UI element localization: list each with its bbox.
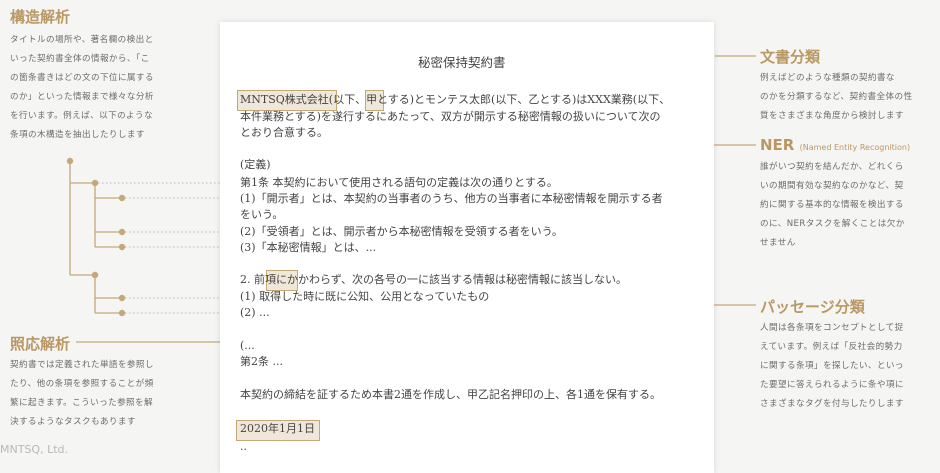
description-line: のかを分類するなど、契約書全体の性: [760, 92, 913, 102]
company-footer: MNTSQ, Ltd.: [0, 443, 68, 456]
description-line: 質をさまざまな角度から検討します: [760, 111, 904, 121]
structure-analysis-title: 構造解析: [10, 8, 71, 26]
description-line: たり、他の条項を参照することが頻: [10, 379, 154, 389]
document-line: とおり合意する。: [240, 126, 328, 139]
description-line: のに、NERタスクを解くことは欠か: [760, 219, 905, 229]
document-line: (1)「開示者」とは、本契約の当事者のうち、他方の当事者に本秘密情報を開示する者: [240, 192, 663, 205]
description-line: さまざまなタグを付与したりします: [760, 399, 904, 409]
description-line: 契約書では定義された単語を参照し: [10, 360, 154, 370]
ner-title: NER (Named Entity Recognition): [760, 136, 910, 154]
description-line: せません: [760, 238, 796, 248]
description-line: 決するようなタスクもあります: [10, 417, 136, 427]
document-line: (2) ...: [240, 306, 270, 319]
document-line: 第2条 ...: [240, 355, 283, 368]
description-line: に関する条項」を探したい、といっ: [760, 361, 904, 371]
document-line: (定義): [240, 158, 271, 171]
description-line: 人間は各条項をコンセプトとして捉: [760, 323, 904, 333]
ner-description: 誰がいつ契約を結んだか、どれくら いの期間有効な契約なのかなど、契 約に関する基…: [760, 158, 905, 253]
description-line: 誰がいつ契約を結んだか、どれくら: [760, 162, 904, 172]
document-line: MNTSQ株式会社(以下、甲とする)とモンテス太郎(以下、乙とする)はXXX業務…: [240, 93, 671, 106]
structure-analysis-description: タイトルの場所や、著名欄の検出と いった契約書全体の情報から、「こ の箇条書きは…: [10, 31, 154, 145]
contract-document: 秘密保持契約書 MNTSQ株式会社(以下、甲とする)とモンテス太郎(以下、乙とす…: [220, 22, 714, 473]
document-line: (1) 取得した時に既に公知、公用となっていたもの: [240, 290, 490, 303]
description-line: えています。例えば「反社会的勢力: [760, 342, 903, 352]
document-title: 秘密保持契約書: [418, 55, 506, 70]
description-line: 条項の木構造を抽出したりします: [10, 130, 145, 140]
description-line: 繁に起きます。こういった参照を解: [10, 398, 154, 408]
document-line: (2)「受領者」とは、開示者から本秘密情報を受領する者をいう。: [240, 225, 563, 238]
document-line: (3)「本秘密情報」とは、...: [240, 241, 377, 254]
ner-subtitle: (Named Entity Recognition): [799, 143, 911, 152]
document-classification-description: 例えばどのような種類の契約書な のかを分類するなど、契約書全体の性 質をさまざま…: [760, 69, 912, 126]
description-line: のか」といった情報まで様々な分析: [10, 92, 154, 102]
description-line: を行います。例えば、以下のような: [10, 111, 154, 121]
document-line: 第1条 本契約において使用される語句の定義は次の通りとする。: [240, 176, 558, 189]
description-line: タイトルの場所や、著名欄の検出と: [10, 35, 154, 45]
document-line: 本契約の締結を証するため本書2通を作成し、甲乙記名押印の上、各1通を保有する。: [240, 388, 661, 401]
ner-title-text: NER: [760, 136, 795, 154]
document-line: をいう。: [240, 208, 284, 221]
description-line: いった契約書全体の情報から、「こ: [10, 54, 150, 64]
description-line: の箇条書きはどの文の下位に属する: [10, 73, 154, 83]
description-line: 約に関する基本的な情報を検出する: [760, 200, 904, 210]
coreference-analysis-title: 照応解析: [10, 335, 71, 353]
document-line: 2. 前項にかかわらず、次の各号の一に該当する情報は秘密情報に該当しない。: [240, 273, 627, 286]
document-date: 2020年1月1日: [240, 422, 315, 435]
passage-classification-description: 人間は各条項をコンセプトとして捉 えています。例えば「反社会的勢力 に関する条項…: [760, 319, 904, 414]
passage-classification-title: パッセージ分類: [760, 298, 865, 316]
coreference-analysis-description: 契約書では定義された単語を参照し たり、他の条項を参照することが頻 繁に起きます…: [10, 356, 154, 432]
document-line: ..: [240, 440, 247, 453]
document-line: (...: [240, 339, 255, 352]
document-classification-title: 文書分類: [760, 48, 821, 66]
description-line: 例えばどのような種類の契約書な: [760, 73, 895, 83]
description-line: た要望に答えられるように条や項に: [760, 380, 904, 390]
description-line: いの期間有効な契約なのかなど、契: [760, 181, 904, 191]
document-line: 本件業務とする)を遂行するにあたって、双方が開示する秘密情報の扱いについて次の: [240, 110, 661, 123]
